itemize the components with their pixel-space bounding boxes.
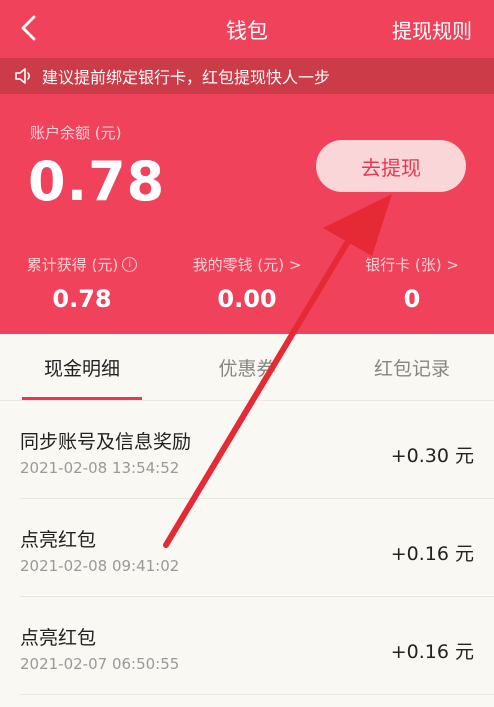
transaction-time: 2021-02-08 09:41:02 <box>20 557 180 575</box>
transaction-title: 点亮红包 <box>20 529 97 551</box>
tab-red-packet-records[interactable]: 红包记录 <box>330 334 494 400</box>
stat-label: 银行卡 (张) > <box>365 256 459 274</box>
stat-label: 累计获得 (元) <box>26 256 119 274</box>
transaction-time: 2021-02-08 13:54:52 <box>20 459 180 477</box>
transaction-amount: +0.16 元 <box>390 641 474 663</box>
transaction-amount: +0.30 元 <box>390 445 474 467</box>
stat-value: 0 <box>403 285 421 313</box>
stat-value: 0.78 <box>52 285 112 313</box>
transaction-title: 同步账号及信息奖励 <box>20 431 192 453</box>
info-icon[interactable]: i <box>122 257 138 272</box>
list-item[interactable]: 点亮红包 2021-02-07 06:50:55 +0.16 元 <box>20 597 494 695</box>
tab-cash-details[interactable]: 现金明细 <box>0 334 164 400</box>
stat-label: 我的零钱 (元) > <box>192 256 302 274</box>
transaction-list: 同步账号及信息奖励 2021-02-08 13:54:52 +0.30 元 点亮… <box>0 401 494 695</box>
stat-bank-cards[interactable]: 银行卡 (张) > 0 <box>330 254 494 313</box>
tab-bar: 现金明细 优惠券 红包记录 <box>0 334 494 401</box>
balance-label: 账户余额 (元) <box>30 124 122 142</box>
withdraw-button[interactable]: 去提现 <box>316 140 466 192</box>
list-item[interactable]: 同步账号及信息奖励 2021-02-08 13:54:52 +0.30 元 <box>20 401 494 499</box>
balance-value: 0.78 <box>28 150 166 213</box>
stat-total-earned[interactable]: 累计获得 (元) i 0.78 <box>0 254 164 313</box>
tab-coupons[interactable]: 优惠券 <box>165 334 329 400</box>
transaction-title: 点亮红包 <box>20 627 97 649</box>
withdraw-rules-link[interactable]: 提现规则 <box>392 15 472 44</box>
stat-value: 0.00 <box>217 285 277 313</box>
notice-text: 建议提前绑定银行卡，红包提现快人一步 <box>42 68 331 87</box>
list-item[interactable]: 点亮红包 2021-02-08 09:41:02 +0.16 元 <box>20 499 494 597</box>
notice-bar[interactable]: 建议提前绑定银行卡，红包提现快人一步 <box>0 58 494 94</box>
speaker-icon <box>14 68 34 84</box>
transaction-time: 2021-02-07 06:50:55 <box>20 655 180 673</box>
wallet-card: 账户余额 (元) 0.78 去提现 累计获得 (元) i 0.78 我的零钱 (… <box>0 94 494 334</box>
stat-my-change[interactable]: 我的零钱 (元) > 0.00 <box>165 254 329 313</box>
active-tab-indicator <box>22 397 142 400</box>
transaction-amount: +0.16 元 <box>390 543 474 565</box>
app-header: 钱包 提现规则 <box>0 0 494 58</box>
